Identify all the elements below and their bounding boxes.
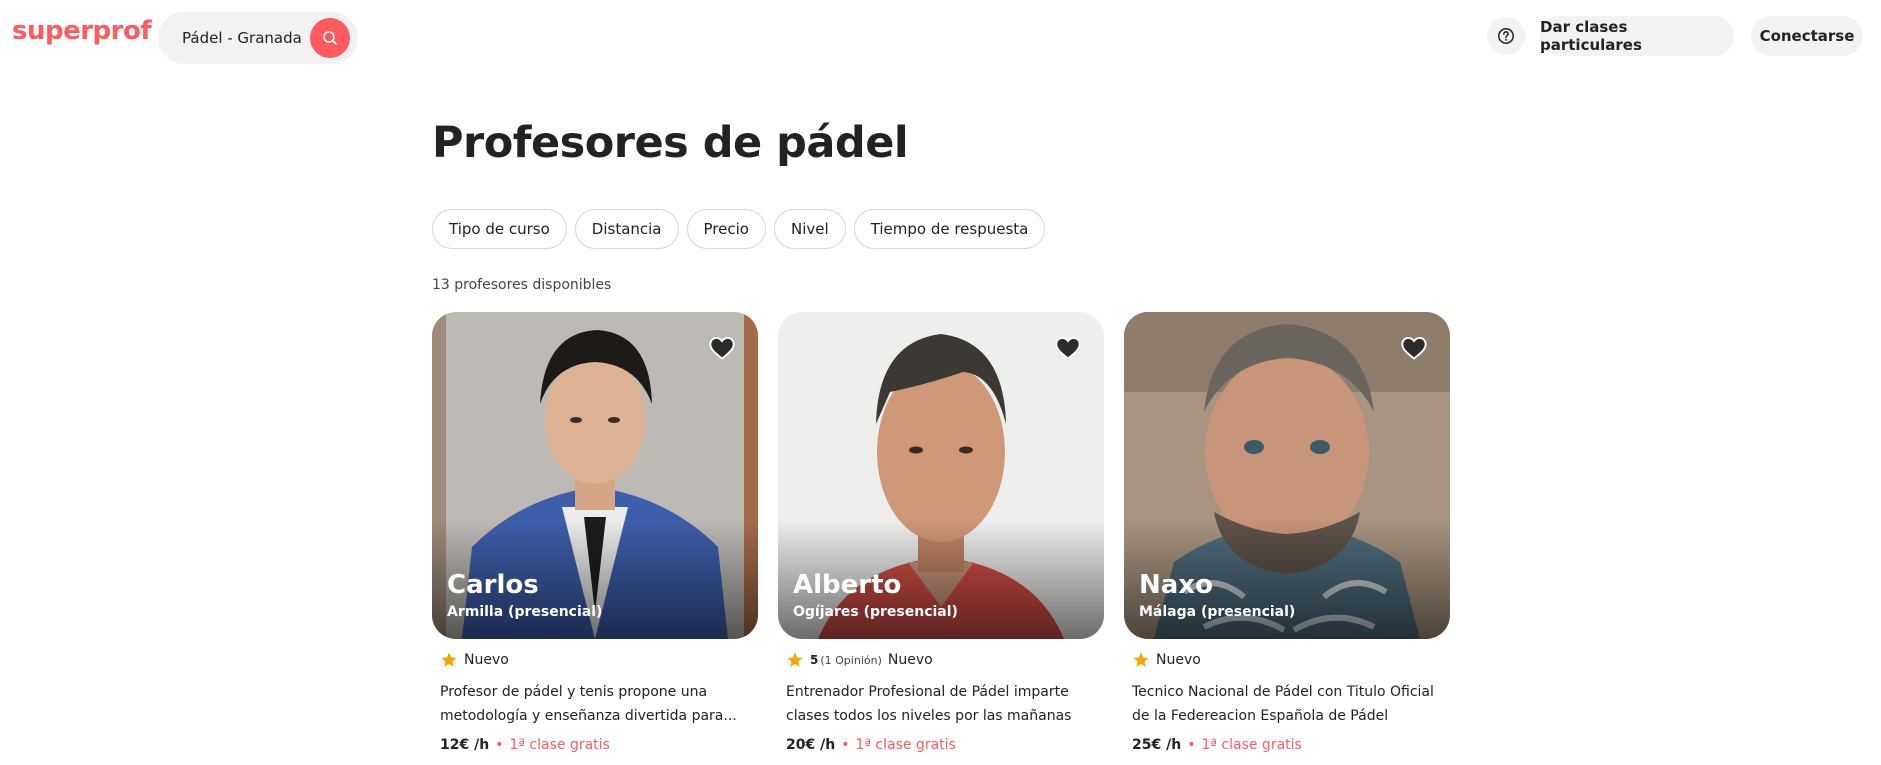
new-badge: Nuevo xyxy=(464,652,509,668)
teacher-card[interactable]: Carlos Armilla (presencial) Nuevo Profes… xyxy=(432,312,758,753)
filter-distance[interactable]: Distancia xyxy=(574,209,679,249)
teacher-name: Naxo xyxy=(1139,570,1213,600)
star-icon xyxy=(1133,652,1149,667)
teacher-location: Málaga (presencial) xyxy=(1139,604,1296,620)
hourly-price: 12€ /h xyxy=(440,737,490,753)
teacher-location: Ogíjares (presencial) xyxy=(793,604,958,620)
superprof-logo[interactable]: superprof xyxy=(12,16,152,46)
teacher-description: Tecnico Nacional de Pádel con Titulo Ofi… xyxy=(1132,684,1434,724)
search-button[interactable] xyxy=(310,18,350,58)
price-line: 20€ /h • 1ª clase gratis xyxy=(786,737,956,753)
login-button[interactable]: Conectarse xyxy=(1751,16,1863,56)
price-line: 12€ /h • 1ª clase gratis xyxy=(440,737,610,753)
teacher-name: Alberto xyxy=(793,570,902,600)
teacher-name: Carlos xyxy=(447,570,539,600)
teacher-card[interactable]: Naxo Málaga (presencial) Nuevo Tecnico N… xyxy=(1124,312,1450,753)
hourly-price: 20€ /h xyxy=(786,737,836,753)
filter-level[interactable]: Nivel xyxy=(773,209,846,249)
star-icon xyxy=(787,652,803,667)
rating-row: Nuevo xyxy=(1132,651,1201,669)
filter-bar: Tipo de curso Distancia Precio Nivel Tie… xyxy=(432,209,1046,249)
separator-dot: • xyxy=(495,737,504,753)
heart-icon[interactable] xyxy=(708,334,736,362)
heart-icon[interactable] xyxy=(1054,334,1082,362)
teacher-photo[interactable]: Alberto Ogíjares (presencial) xyxy=(778,312,1104,639)
filter-price[interactable]: Precio xyxy=(686,209,766,249)
rating-row: 5 (1 Opinión) Nuevo xyxy=(786,651,933,669)
heart-icon[interactable] xyxy=(1400,334,1428,362)
new-badge: Nuevo xyxy=(1156,652,1201,668)
hourly-price: 25€ /h xyxy=(1132,737,1182,753)
search-query[interactable]: Pádel - Granada xyxy=(182,29,302,47)
filter-course-type[interactable]: Tipo de curso xyxy=(432,209,567,249)
search-bar[interactable]: Pádel - Granada xyxy=(158,12,358,64)
free-class-label: 1ª clase gratis xyxy=(1201,737,1302,753)
filter-response-time[interactable]: Tiempo de respuesta xyxy=(853,209,1046,249)
page-title: Profesores de pádel xyxy=(432,118,909,168)
rating-score: 5 xyxy=(810,653,819,667)
give-classes-button[interactable]: Dar clases particulares xyxy=(1540,16,1734,56)
search-icon xyxy=(323,31,337,45)
teacher-location: Armilla (presencial) xyxy=(447,604,603,620)
price-line: 25€ /h • 1ª clase gratis xyxy=(1132,737,1302,753)
teacher-description: Profesor de pádel y tenis propone una me… xyxy=(440,684,737,724)
help-button[interactable] xyxy=(1487,17,1525,55)
teacher-card[interactable]: Alberto Ogíjares (presencial) 5 (1 Opini… xyxy=(778,312,1104,753)
separator-dot: • xyxy=(841,737,850,753)
new-badge: Nuevo xyxy=(887,652,933,668)
free-class-label: 1ª clase gratis xyxy=(855,737,956,753)
teacher-description: Entrenador Profesional de Pádel imparte … xyxy=(786,684,1072,724)
teacher-photo[interactable]: Naxo Málaga (presencial) xyxy=(1124,312,1450,639)
review-count[interactable]: (1 Opinión) xyxy=(820,654,882,667)
star-icon xyxy=(441,652,457,667)
question-mark-icon xyxy=(1498,28,1514,44)
rating-row: Nuevo xyxy=(440,651,509,669)
results-count: 13 profesores disponibles xyxy=(432,277,612,293)
separator-dot: • xyxy=(1187,737,1196,753)
top-header: superprof Pádel - Granada Dar clases par… xyxy=(0,0,1881,72)
teacher-photo[interactable]: Carlos Armilla (presencial) xyxy=(432,312,758,639)
free-class-label: 1ª clase gratis xyxy=(509,737,610,753)
